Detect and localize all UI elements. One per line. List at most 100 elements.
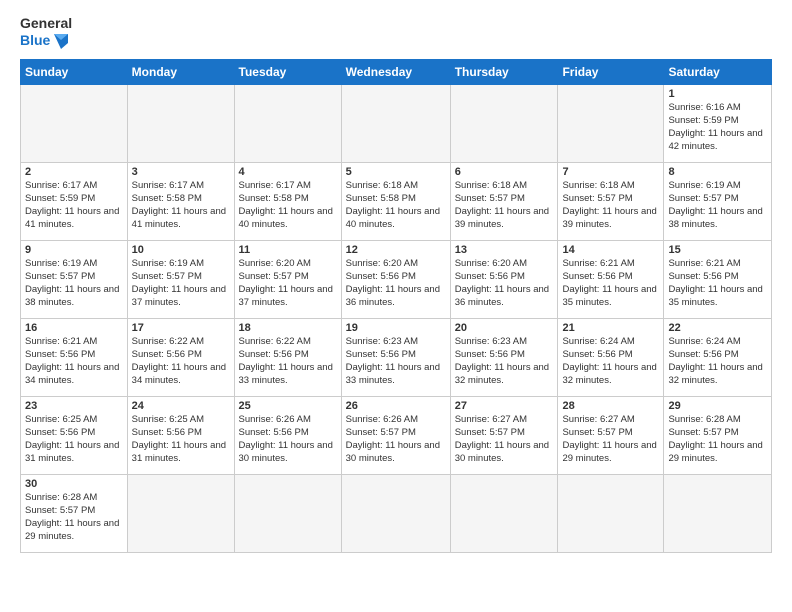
day-info: Sunrise: 6:16 AMSunset: 5:59 PMDaylight:… bbox=[668, 102, 767, 153]
day-number: 6 bbox=[455, 166, 554, 178]
calendar-cell: 1 Sunrise: 6:16 AMSunset: 5:59 PMDaylight… bbox=[664, 85, 772, 163]
day-number: 24 bbox=[132, 400, 230, 412]
calendar-cell bbox=[234, 85, 341, 163]
calendar-cell: 6Sunrise: 6:18 AMSunset: 5:57 PMDaylight… bbox=[450, 163, 558, 241]
day-info: Sunrise: 6:25 AMSunset: 5:56 PMDaylight:… bbox=[132, 414, 230, 465]
day-number: 15 bbox=[668, 244, 767, 256]
calendar-cell bbox=[341, 475, 450, 553]
day-number: 19 bbox=[346, 322, 446, 334]
calendar-cell: 9 Sunrise: 6:19 AMSunset: 5:57 PMDaylight… bbox=[21, 241, 128, 319]
calendar-cell: 25 Sunrise: 6:26 AMSunset: 5:56 PMDayligh… bbox=[234, 397, 341, 475]
calendar-cell bbox=[450, 85, 558, 163]
day-info: Sunrise: 6:24 AMSunset: 5:56 PMDaylight:… bbox=[668, 336, 767, 387]
calendar-cell: 12Sunrise: 6:20 AMSunset: 5:56 PMDayligh… bbox=[341, 241, 450, 319]
weekday-header-monday: Monday bbox=[127, 60, 234, 85]
day-number: 27 bbox=[455, 400, 554, 412]
calendar-cell: 26 Sunrise: 6:26 AMSunset: 5:57 PMDayligh… bbox=[341, 397, 450, 475]
calendar-cell: 29Sunrise: 6:28 AMSunset: 5:57 PMDayligh… bbox=[664, 397, 772, 475]
day-number: 1 bbox=[668, 88, 767, 100]
day-info: Sunrise: 6:21 AMSunset: 5:56 PMDaylight:… bbox=[25, 336, 123, 387]
logo-triangle-icon bbox=[52, 31, 70, 49]
calendar-cell: 23 Sunrise: 6:25 AMSunset: 5:56 PMDayligh… bbox=[21, 397, 128, 475]
calendar-week-5: 23 Sunrise: 6:25 AMSunset: 5:56 PMDayligh… bbox=[21, 397, 772, 475]
calendar-cell: 24 Sunrise: 6:25 AMSunset: 5:56 PMDayligh… bbox=[127, 397, 234, 475]
logo-text-block: General Blue bbox=[20, 16, 72, 49]
calendar-cell: 5Sunrise: 6:18 AMSunset: 5:58 PMDaylight… bbox=[341, 163, 450, 241]
day-number: 3 bbox=[132, 166, 230, 178]
day-info: Sunrise: 6:20 AMSunset: 5:56 PMDaylight:… bbox=[346, 258, 446, 309]
day-info: Sunrise: 6:24 AMSunset: 5:56 PMDaylight:… bbox=[562, 336, 659, 387]
weekday-header-thursday: Thursday bbox=[450, 60, 558, 85]
day-info: Sunrise: 6:19 AMSunset: 5:57 PMDaylight:… bbox=[132, 258, 230, 309]
weekday-header-sunday: Sunday bbox=[21, 60, 128, 85]
logo: General Blue bbox=[20, 16, 72, 49]
day-number: 23 bbox=[25, 400, 123, 412]
calendar-cell: 7Sunrise: 6:18 AMSunset: 5:57 PMDaylight… bbox=[558, 163, 664, 241]
day-number: 5 bbox=[346, 166, 446, 178]
weekday-header-friday: Friday bbox=[558, 60, 664, 85]
day-number: 30 bbox=[25, 478, 123, 490]
day-number: 28 bbox=[562, 400, 659, 412]
day-number: 18 bbox=[239, 322, 337, 334]
day-info: Sunrise: 6:20 AMSunset: 5:56 PMDaylight:… bbox=[455, 258, 554, 309]
calendar-cell: 11 Sunrise: 6:20 AMSunset: 5:57 PMDayligh… bbox=[234, 241, 341, 319]
calendar-cell bbox=[450, 475, 558, 553]
day-number: 20 bbox=[455, 322, 554, 334]
calendar-cell: 27 Sunrise: 6:27 AMSunset: 5:57 PMDayligh… bbox=[450, 397, 558, 475]
day-info: Sunrise: 6:26 AMSunset: 5:57 PMDaylight:… bbox=[346, 414, 446, 465]
day-info: Sunrise: 6:27 AMSunset: 5:57 PMDaylight:… bbox=[562, 414, 659, 465]
calendar-cell: 21Sunrise: 6:24 AMSunset: 5:56 PMDayligh… bbox=[558, 319, 664, 397]
day-info: Sunrise: 6:28 AMSunset: 5:57 PMDaylight:… bbox=[25, 492, 123, 543]
calendar-cell: 19 Sunrise: 6:23 AMSunset: 5:56 PMDayligh… bbox=[341, 319, 450, 397]
calendar-cell bbox=[127, 475, 234, 553]
calendar-cell: 30 Sunrise: 6:28 AMSunset: 5:57 PMDayligh… bbox=[21, 475, 128, 553]
calendar-cell bbox=[234, 475, 341, 553]
day-info: Sunrise: 6:20 AMSunset: 5:57 PMDaylight:… bbox=[239, 258, 337, 309]
calendar-cell: 13 Sunrise: 6:20 AMSunset: 5:56 PMDayligh… bbox=[450, 241, 558, 319]
calendar-week-4: 16Sunrise: 6:21 AMSunset: 5:56 PMDayligh… bbox=[21, 319, 772, 397]
day-number: 11 bbox=[239, 244, 337, 256]
calendar-cell: 17Sunrise: 6:22 AMSunset: 5:56 PMDayligh… bbox=[127, 319, 234, 397]
weekday-header-row: SundayMondayTuesdayWednesdayThursdayFrid… bbox=[21, 60, 772, 85]
logo-general: General bbox=[20, 16, 72, 31]
calendar-cell: 4 Sunrise: 6:17 AMSunset: 5:58 PMDaylight… bbox=[234, 163, 341, 241]
calendar-cell bbox=[127, 85, 234, 163]
day-number: 2 bbox=[25, 166, 123, 178]
day-info: Sunrise: 6:17 AMSunset: 5:59 PMDaylight:… bbox=[25, 180, 123, 231]
day-info: Sunrise: 6:21 AMSunset: 5:56 PMDaylight:… bbox=[562, 258, 659, 309]
calendar: SundayMondayTuesdayWednesdayThursdayFrid… bbox=[20, 59, 772, 553]
day-number: 22 bbox=[668, 322, 767, 334]
day-info: Sunrise: 6:22 AMSunset: 5:56 PMDaylight:… bbox=[132, 336, 230, 387]
day-info: Sunrise: 6:26 AMSunset: 5:56 PMDaylight:… bbox=[239, 414, 337, 465]
day-info: Sunrise: 6:22 AMSunset: 5:56 PMDaylight:… bbox=[239, 336, 337, 387]
day-number: 4 bbox=[239, 166, 337, 178]
weekday-header-saturday: Saturday bbox=[664, 60, 772, 85]
calendar-cell: 15Sunrise: 6:21 AMSunset: 5:56 PMDayligh… bbox=[664, 241, 772, 319]
day-info: Sunrise: 6:19 AMSunset: 5:57 PMDaylight:… bbox=[25, 258, 123, 309]
day-info: Sunrise: 6:27 AMSunset: 5:57 PMDaylight:… bbox=[455, 414, 554, 465]
calendar-cell: 3 Sunrise: 6:17 AMSunset: 5:58 PMDaylight… bbox=[127, 163, 234, 241]
calendar-week-1: 1 Sunrise: 6:16 AMSunset: 5:59 PMDaylight… bbox=[21, 85, 772, 163]
calendar-cell: 8Sunrise: 6:19 AMSunset: 5:57 PMDaylight… bbox=[664, 163, 772, 241]
calendar-week-3: 9 Sunrise: 6:19 AMSunset: 5:57 PMDaylight… bbox=[21, 241, 772, 319]
weekday-header-wednesday: Wednesday bbox=[341, 60, 450, 85]
day-info: Sunrise: 6:19 AMSunset: 5:57 PMDaylight:… bbox=[668, 180, 767, 231]
day-info: Sunrise: 6:23 AMSunset: 5:56 PMDaylight:… bbox=[346, 336, 446, 387]
calendar-cell: 22 Sunrise: 6:24 AMSunset: 5:56 PMDayligh… bbox=[664, 319, 772, 397]
weekday-header-tuesday: Tuesday bbox=[234, 60, 341, 85]
day-info: Sunrise: 6:28 AMSunset: 5:57 PMDaylight:… bbox=[668, 414, 767, 465]
day-number: 25 bbox=[239, 400, 337, 412]
calendar-cell bbox=[664, 475, 772, 553]
day-number: 9 bbox=[25, 244, 123, 256]
day-number: 14 bbox=[562, 244, 659, 256]
calendar-cell: 2 Sunrise: 6:17 AMSunset: 5:59 PMDaylight… bbox=[21, 163, 128, 241]
day-number: 13 bbox=[455, 244, 554, 256]
day-number: 26 bbox=[346, 400, 446, 412]
logo-blue: Blue bbox=[20, 31, 72, 49]
calendar-week-6: 30 Sunrise: 6:28 AMSunset: 5:57 PMDayligh… bbox=[21, 475, 772, 553]
day-info: Sunrise: 6:23 AMSunset: 5:56 PMDaylight:… bbox=[455, 336, 554, 387]
calendar-cell: 28 Sunrise: 6:27 AMSunset: 5:57 PMDayligh… bbox=[558, 397, 664, 475]
day-info: Sunrise: 6:25 AMSunset: 5:56 PMDaylight:… bbox=[25, 414, 123, 465]
day-info: Sunrise: 6:17 AMSunset: 5:58 PMDaylight:… bbox=[239, 180, 337, 231]
day-info: Sunrise: 6:17 AMSunset: 5:58 PMDaylight:… bbox=[132, 180, 230, 231]
